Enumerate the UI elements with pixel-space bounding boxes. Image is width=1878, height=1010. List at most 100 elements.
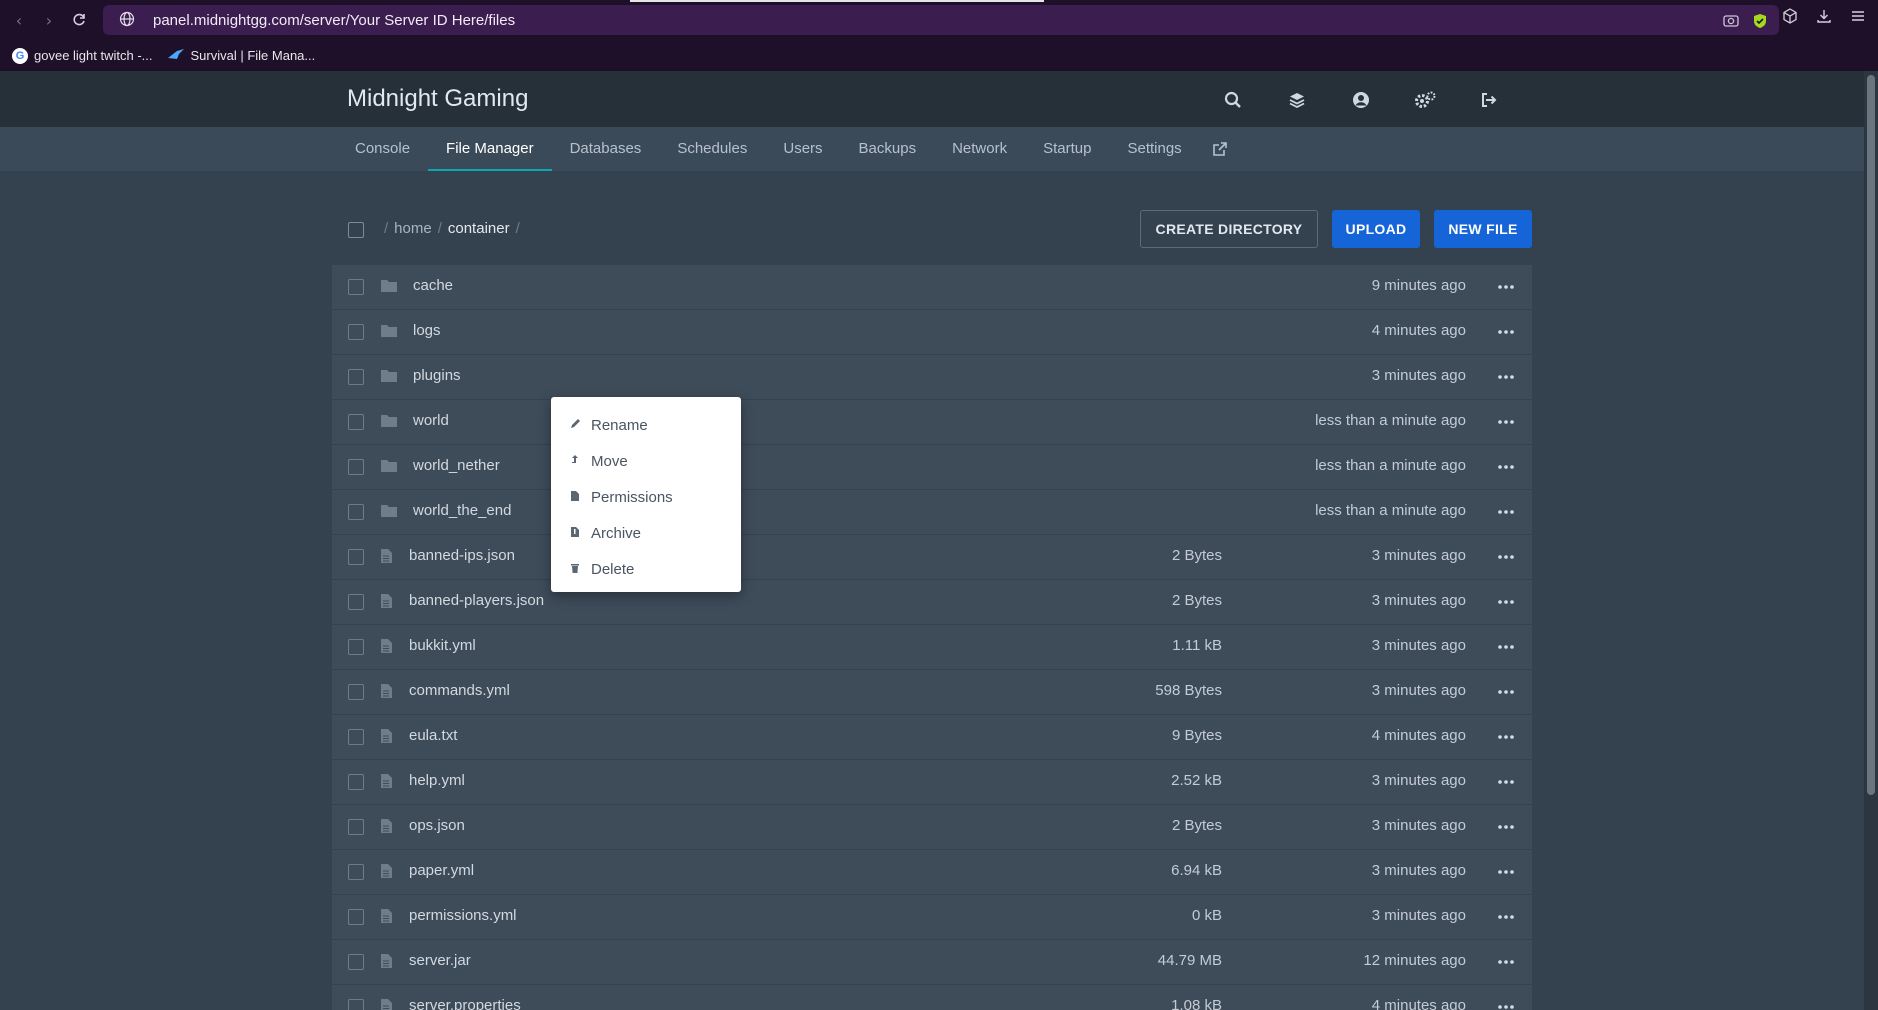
menu-icon[interactable] <box>1850 8 1866 28</box>
row-checkbox[interactable] <box>348 639 364 655</box>
file-name[interactable]: commands.yml <box>409 682 510 699</box>
screenshot-icon[interactable] <box>1723 13 1739 33</box>
row-checkbox[interactable] <box>348 594 364 610</box>
new-file-button[interactable]: NEW FILE <box>1434 210 1532 248</box>
more-options-icon[interactable] <box>1496 953 1516 971</box>
file-name[interactable]: help.yml <box>409 772 465 789</box>
external-link-icon[interactable] <box>1200 127 1240 171</box>
tab-network[interactable]: Network <box>934 127 1025 171</box>
file-row[interactable]: eula.txt 9 Bytes 4 minutes ago <box>332 715 1532 760</box>
more-options-icon[interactable] <box>1496 638 1516 656</box>
more-options-icon[interactable] <box>1496 773 1516 791</box>
forward-icon[interactable]: › <box>34 5 64 35</box>
row-checkbox[interactable] <box>348 954 364 970</box>
folder-row[interactable]: world_the_end less than a minute ago <box>332 490 1532 535</box>
file-name[interactable]: banned-players.json <box>409 592 544 609</box>
search-icon[interactable] <box>1220 87 1246 113</box>
row-checkbox[interactable] <box>348 414 364 430</box>
account-icon[interactable] <box>1348 87 1374 113</box>
row-checkbox[interactable] <box>348 324 364 340</box>
row-checkbox[interactable] <box>348 774 364 790</box>
file-name[interactable]: cache <box>413 277 453 294</box>
row-checkbox[interactable] <box>348 279 364 295</box>
logout-icon[interactable] <box>1476 87 1502 113</box>
tab-schedules[interactable]: Schedules <box>659 127 765 171</box>
row-checkbox[interactable] <box>348 369 364 385</box>
file-name[interactable]: eula.txt <box>409 727 457 744</box>
reload-icon[interactable] <box>64 5 94 35</box>
file-row[interactable]: paper.yml 6.94 kB 3 minutes ago <box>332 850 1532 895</box>
more-options-icon[interactable] <box>1496 278 1516 296</box>
brand-title[interactable]: Midnight Gaming <box>347 85 528 113</box>
row-checkbox[interactable] <box>348 684 364 700</box>
file-row[interactable]: commands.yml 598 Bytes 3 minutes ago <box>332 670 1532 715</box>
more-options-icon[interactable] <box>1496 413 1516 431</box>
upload-button[interactable]: UPLOAD <box>1332 210 1420 248</box>
tab-databases[interactable]: Databases <box>552 127 660 171</box>
delete-menu-item[interactable]: Delete <box>551 551 741 587</box>
file-name[interactable]: world_nether <box>413 457 500 474</box>
more-options-icon[interactable] <box>1496 863 1516 881</box>
extensions-icon[interactable] <box>1782 8 1798 28</box>
file-name[interactable]: banned-ips.json <box>409 547 515 564</box>
more-options-icon[interactable] <box>1496 323 1516 341</box>
more-options-icon[interactable] <box>1496 683 1516 701</box>
download-icon[interactable] <box>1816 8 1832 28</box>
more-options-icon[interactable] <box>1496 593 1516 611</box>
bookmark-survival[interactable]: Survival | File Mana... <box>167 48 315 63</box>
permissions-menu-item[interactable]: Permissions <box>551 479 741 515</box>
file-row[interactable]: permissions.yml 0 kB 3 minutes ago <box>332 895 1532 940</box>
site-info-icon[interactable] <box>119 11 135 31</box>
row-checkbox[interactable] <box>348 819 364 835</box>
file-name[interactable]: ops.json <box>409 817 465 834</box>
more-options-icon[interactable] <box>1496 458 1516 476</box>
folder-row[interactable]: cache 9 minutes ago <box>332 265 1532 310</box>
row-checkbox[interactable] <box>348 909 364 925</box>
more-options-icon[interactable] <box>1496 548 1516 566</box>
back-icon[interactable]: ‹ <box>4 5 34 35</box>
breadcrumb-home[interactable]: home <box>394 220 432 237</box>
file-row[interactable]: help.yml 2.52 kB 3 minutes ago <box>332 760 1532 805</box>
folder-row[interactable]: world_nether less than a minute ago <box>332 445 1532 490</box>
create-directory-button[interactable]: CREATE DIRECTORY <box>1140 210 1318 248</box>
file-row[interactable]: bukkit.yml 1.11 kB 3 minutes ago <box>332 625 1532 670</box>
file-name[interactable]: world <box>413 412 449 429</box>
more-options-icon[interactable] <box>1496 998 1516 1010</box>
more-options-icon[interactable] <box>1496 818 1516 836</box>
archive-menu-item[interactable]: Archive <box>551 515 741 551</box>
file-row[interactable]: banned-players.json 2 Bytes 3 minutes ago <box>332 580 1532 625</box>
file-name[interactable]: plugins <box>413 367 461 384</box>
rename-menu-item[interactable]: Rename <box>551 407 741 443</box>
tab-settings[interactable]: Settings <box>1109 127 1199 171</box>
select-all-checkbox[interactable] <box>348 222 364 238</box>
layers-icon[interactable] <box>1284 87 1310 113</box>
shield-icon[interactable] <box>1753 13 1767 33</box>
file-name[interactable]: logs <box>413 322 441 339</box>
folder-row[interactable]: logs 4 minutes ago <box>332 310 1532 355</box>
file-name[interactable]: permissions.yml <box>409 907 517 924</box>
folder-row[interactable]: plugins 3 minutes ago <box>332 355 1532 400</box>
file-name[interactable]: server.properties <box>409 997 521 1010</box>
bookmark-govee[interactable]: G govee light twitch -... <box>12 47 153 64</box>
row-checkbox[interactable] <box>348 549 364 565</box>
row-checkbox[interactable] <box>348 999 364 1010</box>
file-row[interactable]: ops.json 2 Bytes 3 minutes ago <box>332 805 1532 850</box>
more-options-icon[interactable] <box>1496 908 1516 926</box>
row-checkbox[interactable] <box>348 504 364 520</box>
page-scrollbar[interactable] <box>1864 71 1878 1010</box>
move-menu-item[interactable]: Move <box>551 443 741 479</box>
file-name[interactable]: world_the_end <box>413 502 511 519</box>
file-row[interactable]: server.jar 44.79 MB 12 minutes ago <box>332 940 1532 985</box>
tab-backups[interactable]: Backups <box>841 127 935 171</box>
row-checkbox[interactable] <box>348 729 364 745</box>
more-options-icon[interactable] <box>1496 728 1516 746</box>
more-options-icon[interactable] <box>1496 368 1516 386</box>
file-row[interactable]: server.properties 1.08 kB 4 minutes ago <box>332 985 1532 1010</box>
address-bar[interactable]: panel.midnightgg.com/server/Your Server … <box>103 5 1779 35</box>
scrollbar-thumb[interactable] <box>1867 75 1875 795</box>
file-name[interactable]: server.jar <box>409 952 471 969</box>
tab-file-manager[interactable]: File Manager <box>428 127 552 171</box>
tab-users[interactable]: Users <box>765 127 840 171</box>
row-checkbox[interactable] <box>348 459 364 475</box>
tab-console[interactable]: Console <box>337 127 428 171</box>
